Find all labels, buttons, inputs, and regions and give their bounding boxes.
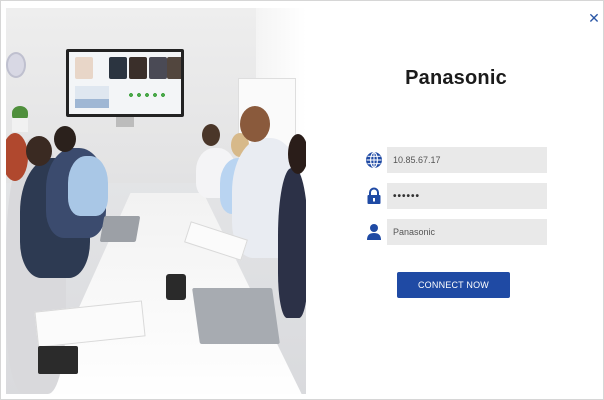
username-input[interactable] <box>387 219 547 245</box>
close-button[interactable]: ✕ <box>585 9 603 27</box>
address-input[interactable] <box>387 147 547 173</box>
login-dialog: ✕ Panasonic 10.85.67.17 •••••• Panasonic… <box>0 0 604 400</box>
address-field <box>361 147 547 173</box>
brand-logo: Panasonic <box>405 67 507 89</box>
globe-icon <box>361 147 387 173</box>
meeting-photo <box>6 8 306 394</box>
video-conference-screen <box>66 49 184 117</box>
wall-clock-image <box>6 52 26 78</box>
close-icon: ✕ <box>588 10 600 26</box>
password-field <box>361 183 547 209</box>
connect-now-button[interactable]: CONNECT NOW <box>397 272 510 298</box>
password-input[interactable] <box>387 183 547 209</box>
user-icon <box>361 219 387 245</box>
lock-icon <box>361 183 387 209</box>
username-field <box>361 219 547 245</box>
